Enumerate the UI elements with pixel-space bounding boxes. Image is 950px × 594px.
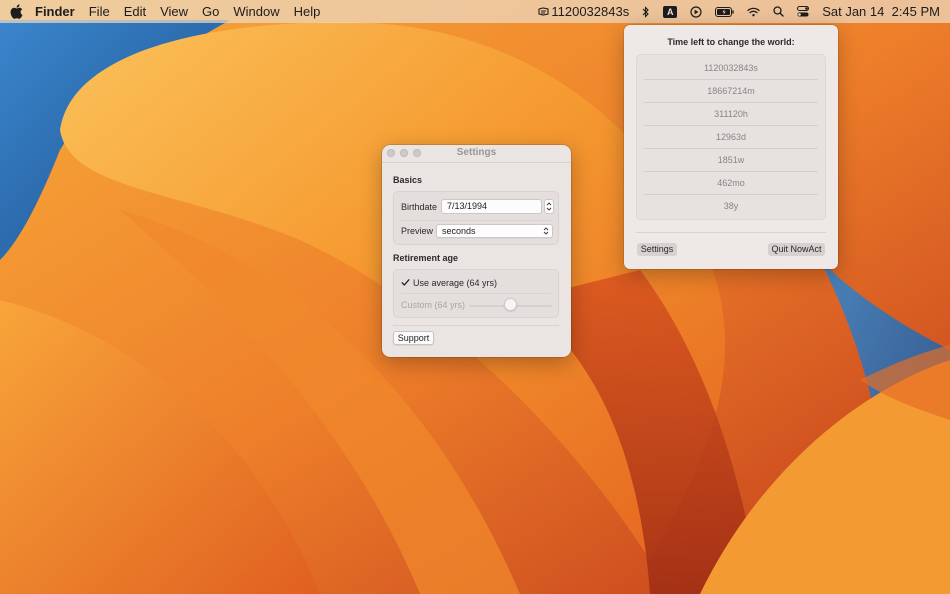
time-unit-seconds: 1120032843s: [644, 57, 818, 80]
menu-go[interactable]: Go: [202, 4, 219, 19]
time-unit-hours: 311120h: [644, 103, 818, 126]
retirement-separator: [401, 293, 551, 294]
preview-select[interactable]: seconds: [436, 224, 553, 238]
support-button[interactable]: Support: [393, 331, 434, 345]
retirement-section-title: Retirement age: [393, 253, 459, 263]
settings-window-title: Settings: [456, 147, 497, 158]
quit-nowact-button[interactable]: Quit NowAct: [768, 243, 825, 256]
preview-select-value: seconds: [442, 226, 476, 236]
menu-file[interactable]: File: [89, 4, 110, 19]
custom-age-slider-thumb[interactable]: [504, 298, 517, 311]
basics-group: Birthdate 7/13/1994 Preview seconds: [393, 191, 559, 245]
menu-edit[interactable]: Edit: [124, 4, 146, 19]
birthdate-label: Birthdate: [401, 202, 438, 212]
menu-help[interactable]: Help: [294, 4, 321, 19]
bluetooth-icon[interactable]: [642, 5, 650, 18]
time-unit-days: 12963d: [644, 126, 818, 149]
play-circle-icon[interactable]: [690, 5, 702, 18]
control-center-icon[interactable]: [797, 6, 810, 17]
keyboard-input-icon[interactable]: A: [663, 5, 678, 18]
use-average-label[interactable]: Use average (64 yrs): [413, 278, 497, 288]
popover-separator: [636, 232, 826, 233]
basics-section-title: Basics: [393, 175, 423, 185]
retirement-group: Use average (64 yrs) Custom (64 yrs): [393, 269, 559, 318]
checkmark-icon: [401, 279, 410, 286]
stepper-arrows-icon: [546, 202, 552, 211]
nowact-popover: Time left to change the world: 112003284…: [624, 25, 838, 269]
time-unit-years: 38y: [723, 201, 739, 211]
menu-bar: Finder File Edit View Go Window Help 112…: [0, 0, 950, 23]
birthdate-field[interactable]: 7/13/1994: [441, 199, 542, 214]
updown-chevron-icon: [543, 227, 549, 235]
wifi-icon[interactable]: [747, 7, 760, 17]
menubar-datetime[interactable]: Sat Jan 14 2:45 PM: [822, 4, 940, 19]
search-icon[interactable]: [773, 6, 784, 17]
preview-label: Preview: [401, 226, 434, 236]
nowact-icon: [538, 7, 549, 16]
apple-logo-icon[interactable]: [10, 4, 24, 20]
settings-window: Settings Basics Birthdate 7/13/1994 Prev…: [382, 145, 571, 357]
input-source-letter: A: [663, 5, 678, 18]
time-units-list: 1120032843s 18667214m 311120h 12963d 185…: [636, 54, 826, 220]
nowact-status-item[interactable]: 1120032843s: [538, 4, 629, 19]
popover-title: Time left to change the world:: [667, 37, 795, 47]
birthdate-stepper[interactable]: [544, 199, 554, 214]
menu-window[interactable]: Window: [233, 4, 279, 19]
menu-app-finder[interactable]: Finder: [35, 4, 75, 19]
time-unit-weeks: 1851w: [644, 149, 818, 172]
use-average-checkbox[interactable]: [401, 278, 410, 287]
footer-separator: [393, 325, 559, 326]
battery-icon[interactable]: [715, 6, 734, 17]
settings-button[interactable]: Settings: [637, 243, 677, 256]
menu-view[interactable]: View: [160, 4, 188, 19]
basics-separator: [401, 220, 551, 221]
custom-age-label: Custom (64 yrs): [401, 300, 466, 310]
settings-titlebar[interactable]: Settings: [382, 145, 571, 163]
nowact-status-value: 1120032843s: [551, 4, 630, 19]
time-unit-months: 462mo: [644, 172, 818, 195]
time-unit-minutes: 18667214m: [644, 80, 818, 103]
